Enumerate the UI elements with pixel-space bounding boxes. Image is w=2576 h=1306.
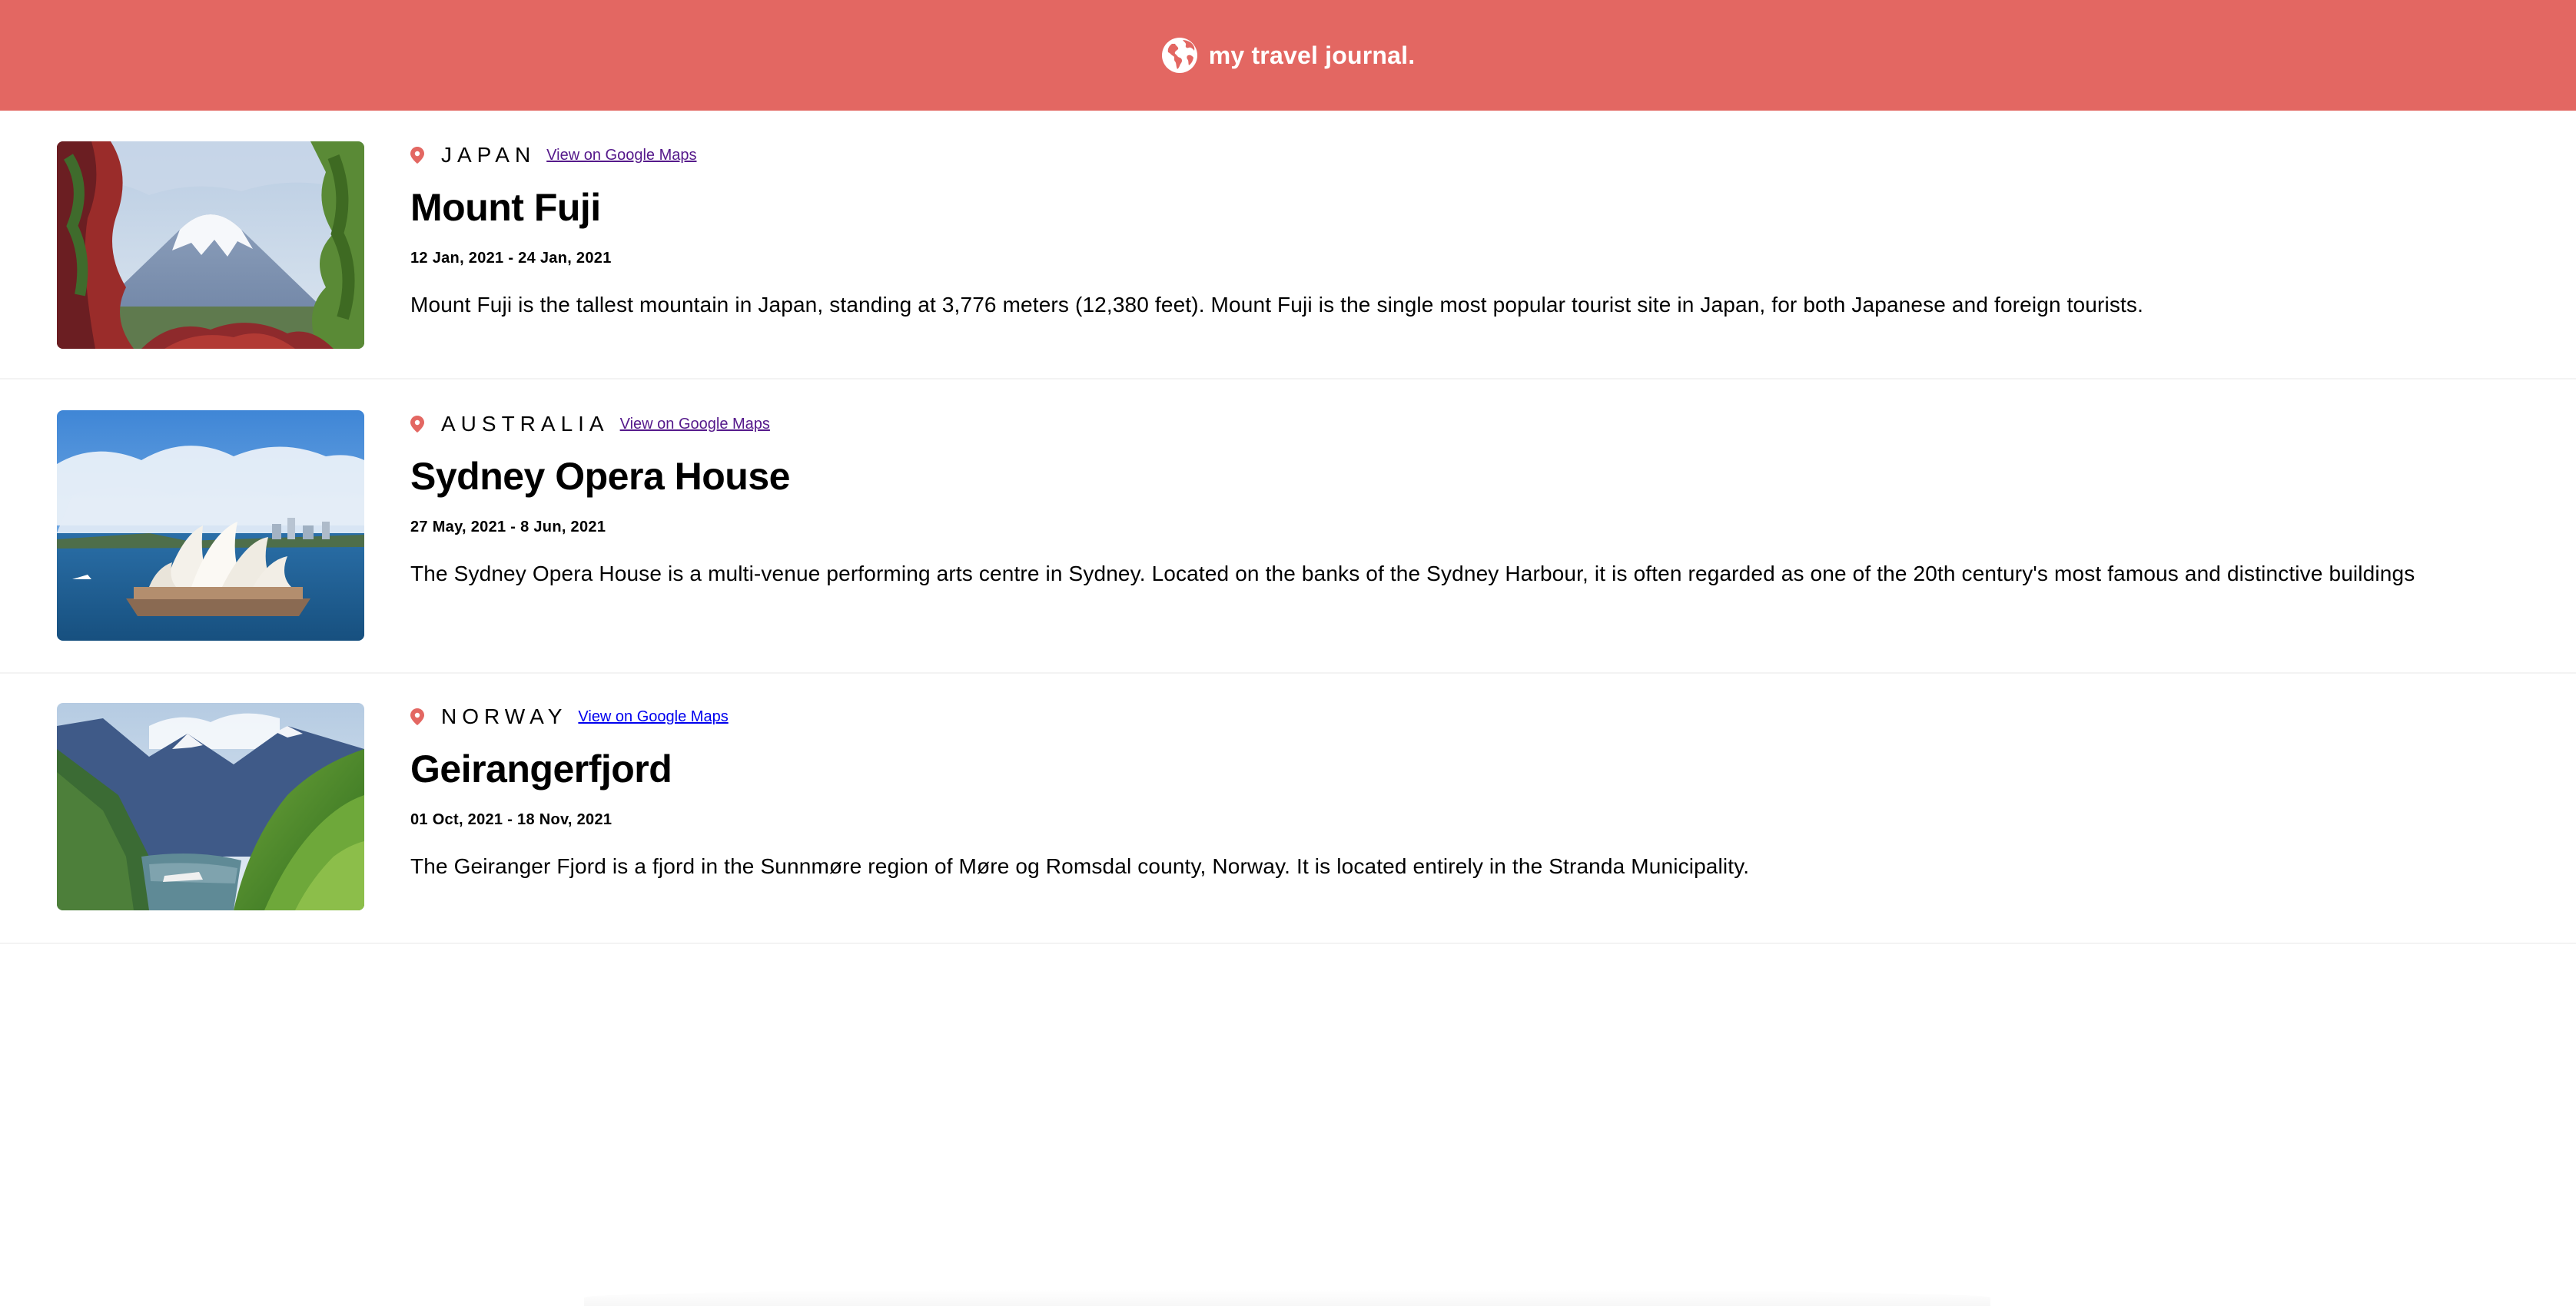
entry-info: JAPAN View on Google Maps Mount Fuji 12 … bbox=[410, 141, 2143, 318]
journal-entry: NORWAY View on Google Maps Geirangerfjor… bbox=[0, 674, 2576, 944]
location-row: NORWAY View on Google Maps bbox=[410, 703, 1749, 731]
entry-description: The Geiranger Fjord is a fjord in the Su… bbox=[410, 854, 1750, 878]
entry-info: AUSTRALIA View on Google Maps Sydney Ope… bbox=[410, 410, 2415, 587]
entry-photo-sydney-opera-house bbox=[57, 410, 364, 641]
entry-info: NORWAY View on Google Maps Geirangerfjor… bbox=[410, 703, 1749, 880]
app-header: my travel journal. bbox=[0, 0, 2576, 111]
entry-dates: 12 Jan, 2021 - 24 Jan, 2021 bbox=[410, 250, 612, 267]
app-title: my travel journal. bbox=[1208, 41, 1416, 69]
journal-entry: AUSTRALIA View on Google Maps Sydney Ope… bbox=[0, 380, 2576, 674]
entry-dates: 27 May, 2021 - 8 Jun, 2021 bbox=[410, 519, 606, 535]
entry-dates: 01 Oct, 2021 - 18 Nov, 2021 bbox=[410, 811, 612, 828]
location-pin-icon bbox=[410, 416, 424, 433]
journal-entries: JAPAN View on Google Maps Mount Fuji 12 … bbox=[0, 111, 2576, 944]
entry-title: Mount Fuji bbox=[410, 186, 601, 229]
entry-country: AUSTRALIA bbox=[441, 412, 609, 436]
entry-description: Mount Fuji is the tallest mountain in Ja… bbox=[410, 293, 2143, 317]
globe-icon bbox=[1161, 38, 1197, 73]
google-maps-link[interactable]: View on Google Maps bbox=[546, 147, 696, 164]
entry-photo-geirangerfjord bbox=[57, 703, 364, 910]
entry-photo-mount-fuji bbox=[57, 141, 364, 349]
entry-title: Sydney Opera House bbox=[410, 455, 790, 498]
location-pin-icon bbox=[410, 708, 424, 725]
location-row: AUSTRALIA View on Google Maps bbox=[410, 410, 2415, 438]
entry-title: Geirangerfjord bbox=[410, 747, 672, 791]
entry-country: NORWAY bbox=[441, 704, 568, 728]
google-maps-link[interactable]: View on Google Maps bbox=[620, 416, 770, 433]
entry-country: JAPAN bbox=[441, 143, 536, 167]
journal-entry: JAPAN View on Google Maps Mount Fuji 12 … bbox=[0, 111, 2576, 380]
location-row: JAPAN View on Google Maps bbox=[410, 141, 2143, 169]
bottom-shadow bbox=[584, 1289, 1990, 1306]
location-pin-icon bbox=[410, 147, 424, 164]
entry-description: The Sydney Opera House is a multi-venue … bbox=[410, 562, 2415, 585]
google-maps-link[interactable]: View on Google Maps bbox=[578, 708, 728, 726]
